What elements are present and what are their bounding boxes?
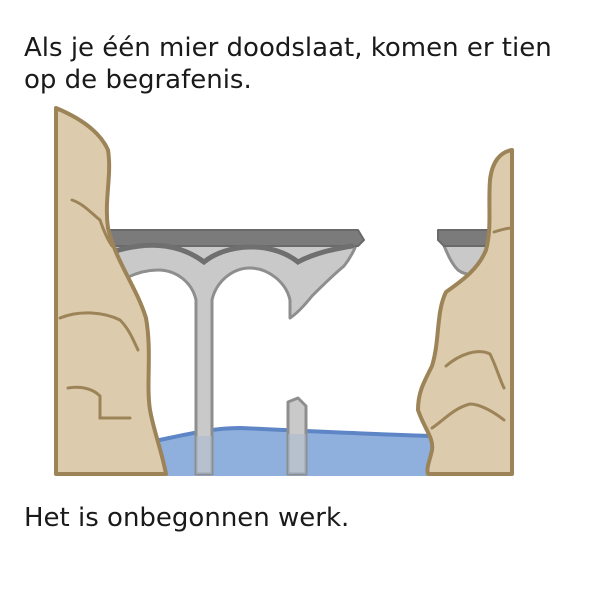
right-cliff: [416, 148, 514, 476]
bridge-right-deck: [437, 229, 491, 247]
bottom-caption: Het is onbegonnen werk.: [24, 503, 350, 533]
left-cliff: [54, 106, 168, 476]
left-pillar-submerged: [196, 436, 212, 474]
stub-submerged: [288, 434, 306, 474]
right-cliff-rock: [416, 148, 514, 476]
